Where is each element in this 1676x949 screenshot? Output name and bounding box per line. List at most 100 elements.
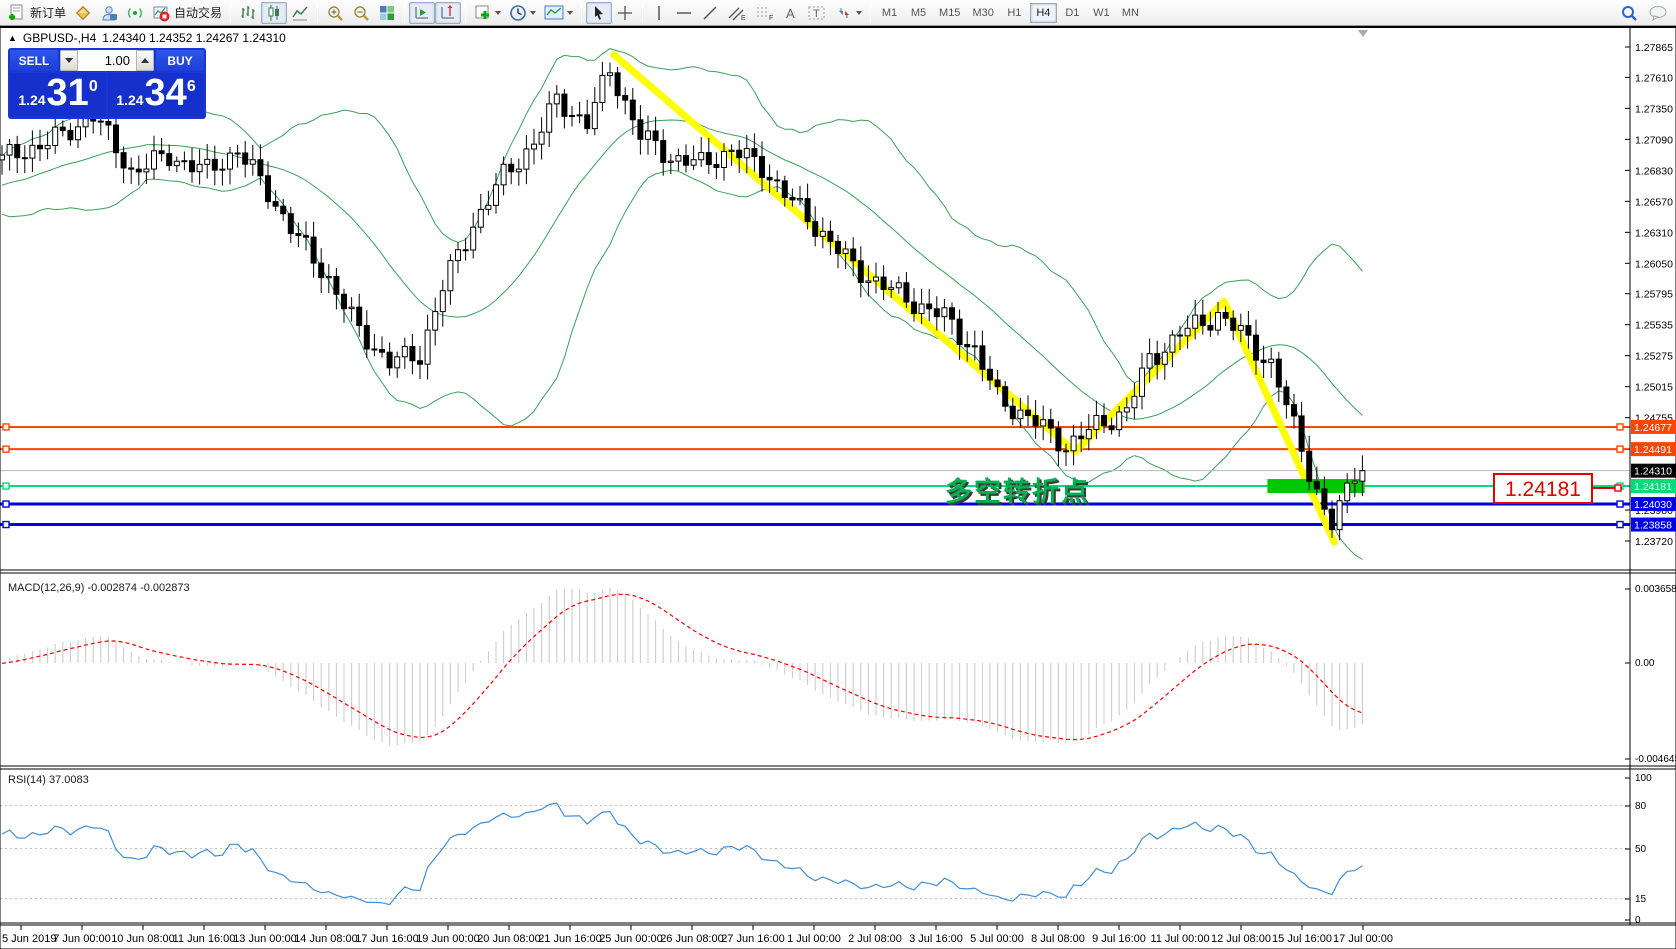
tile-windows-button[interactable]	[374, 2, 400, 24]
candlestick-chart-button[interactable]	[261, 2, 287, 24]
person-icon	[100, 4, 118, 22]
timeframe-m30[interactable]: M30	[967, 3, 998, 23]
toolbar-separator	[317, 3, 318, 23]
zoom-in-button[interactable]	[322, 2, 348, 24]
chart-shift-button[interactable]	[435, 2, 461, 24]
crosshair-tool-button[interactable]	[612, 2, 638, 24]
timeframe-w1[interactable]: W1	[1088, 3, 1115, 23]
main-toolbar: 新订单	[0, 0, 1676, 26]
trendline-icon	[701, 4, 719, 22]
time-label: 25 Jun 00:00	[599, 933, 663, 945]
svg-text:1.25795: 1.25795	[1635, 289, 1673, 301]
horizontal-line-tool[interactable]	[671, 2, 697, 24]
auto-trading-button[interactable]: 自动交易	[148, 2, 226, 24]
time-label: 27 Jun 16:00	[721, 933, 785, 945]
line-chart-button[interactable]	[287, 2, 313, 24]
indicators-button[interactable]	[470, 2, 505, 24]
turning-point-text[interactable]: 多空转折点	[945, 476, 1090, 507]
dropdown-caret	[567, 11, 573, 15]
text-label-icon: T	[807, 4, 827, 22]
time-label: 11 Jul 00:00	[1150, 933, 1209, 945]
sell-price-tile[interactable]: 1.24 31 0	[10, 73, 106, 117]
timeframe-m5[interactable]: M5	[905, 3, 932, 23]
line-handle[interactable]	[3, 501, 9, 507]
buy-price-tile[interactable]: 1.24 34 6	[108, 73, 204, 117]
svg-text:1.27610: 1.27610	[1635, 72, 1673, 84]
line-handle[interactable]	[3, 483, 9, 489]
timeframe-h4[interactable]: H4	[1030, 3, 1057, 23]
line-chart-icon	[291, 4, 309, 22]
volume-increase-button[interactable]	[136, 50, 154, 71]
buy-price-prefix: 1.24	[116, 92, 143, 108]
line-handle[interactable]	[3, 424, 9, 430]
toolbar-separator	[642, 3, 643, 23]
svg-text:50: 50	[1635, 844, 1647, 855]
equidistant-channel-tool[interactable]: E	[723, 2, 751, 24]
search-icon[interactable]	[1620, 4, 1638, 22]
svg-text:1.27090: 1.27090	[1635, 134, 1673, 146]
text-label-tool[interactable]: T	[803, 2, 831, 24]
line-handle[interactable]	[3, 522, 9, 528]
price-badge: 1.24181	[1634, 481, 1672, 493]
add-indicator-icon	[474, 4, 492, 22]
gold-nugget-icon	[74, 4, 92, 22]
timeframe-d1[interactable]: D1	[1059, 3, 1086, 23]
toolbar-separator	[230, 3, 231, 23]
buy-button[interactable]: BUY	[156, 50, 204, 71]
arrows-tool[interactable]	[831, 2, 866, 24]
volume-value[interactable]: 1.00	[78, 50, 136, 71]
volume-decrease-button[interactable]	[60, 50, 78, 71]
new-order-button[interactable]: 新订单	[4, 2, 70, 24]
candlestick-chart-icon	[265, 4, 283, 22]
fibonacci-tool[interactable]: F	[751, 2, 779, 24]
sell-price-big: 31	[47, 73, 89, 113]
new-order-icon	[8, 4, 26, 22]
auto-scroll-icon	[413, 4, 431, 22]
collapse-triangle-icon[interactable]: ▲	[8, 33, 17, 43]
vertical-line-tool[interactable]	[647, 2, 671, 24]
line-handle[interactable]	[1617, 522, 1623, 528]
timeframe-m15[interactable]: M15	[934, 3, 965, 23]
sell-price-prefix: 1.24	[18, 92, 45, 108]
community-button[interactable]	[96, 2, 122, 24]
trendline-tool[interactable]	[697, 2, 723, 24]
symbol-period: GBPUSD-,H4	[23, 31, 96, 45]
timeframe-m1[interactable]: M1	[876, 3, 903, 23]
bar-chart-icon	[239, 4, 257, 22]
zoom-out-icon	[352, 4, 370, 22]
timeframe-h1[interactable]: H1	[1001, 3, 1028, 23]
time-label: 21 Jun 16:00	[538, 933, 602, 945]
auto-scroll-button[interactable]	[409, 2, 435, 24]
time-label: 17 Jul 00:00	[1333, 933, 1393, 945]
signals-button[interactable]	[122, 2, 148, 24]
sell-button[interactable]: SELL	[10, 50, 58, 71]
toolbar-separator	[465, 3, 466, 23]
line-handle[interactable]	[3, 446, 9, 452]
line-handle[interactable]	[1617, 446, 1623, 452]
time-label: 26 Jun 08:00	[660, 933, 724, 945]
line-handle[interactable]	[1617, 501, 1623, 507]
text-tool[interactable]: A	[779, 2, 803, 24]
buy-price-big: 34	[145, 73, 187, 113]
svg-text:1.26310: 1.26310	[1635, 227, 1673, 239]
bar-chart-button[interactable]	[235, 2, 261, 24]
time-label: 14 Jun 08:00	[294, 933, 358, 945]
svg-text:1.23720: 1.23720	[1635, 536, 1673, 548]
periods-button[interactable]	[505, 2, 540, 24]
line-handle[interactable]	[1617, 424, 1623, 430]
up-arrow-icon	[141, 58, 149, 63]
price-badge: 1.24491	[1634, 444, 1672, 456]
fibonacci-icon: F	[755, 4, 775, 22]
zoom-in-icon	[326, 4, 344, 22]
chat-icon[interactable]	[1648, 4, 1668, 22]
chart-window[interactable]: 多空转折点多空转折点1.241811.278651.276101.273501.…	[0, 26, 1676, 949]
price-chart-canvas[interactable]: 多空转折点多空转折点1.241811.278651.276101.273501.…	[0, 26, 1676, 949]
templates-button[interactable]	[540, 2, 577, 24]
market-watch-button[interactable]	[70, 2, 96, 24]
cursor-tool-button[interactable]	[586, 2, 612, 24]
price-callout-value: 1.24181	[1505, 478, 1581, 501]
sell-price-sup: 0	[89, 78, 98, 96]
zoom-out-button[interactable]	[348, 2, 374, 24]
timeframe-mn[interactable]: MN	[1117, 3, 1144, 23]
new-order-label: 新订单	[30, 4, 66, 21]
